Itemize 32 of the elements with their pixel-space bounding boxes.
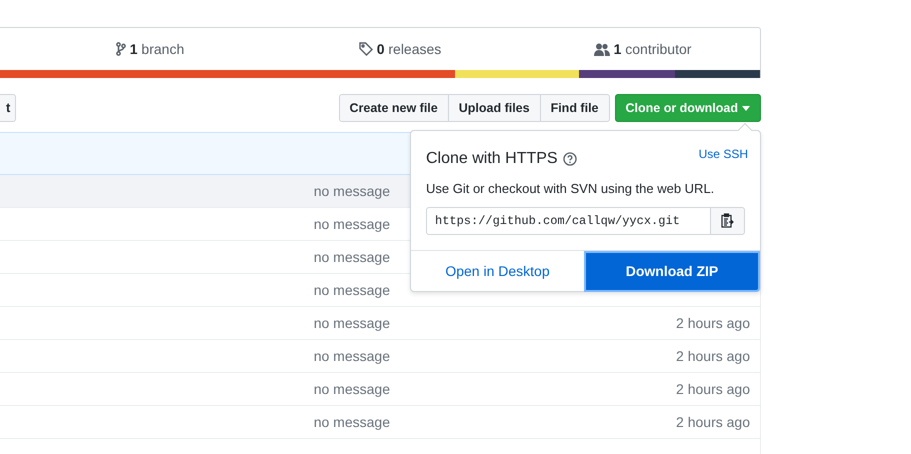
- commit-message: no message: [314, 346, 390, 366]
- branch-icon: [116, 42, 126, 56]
- popover-title: Clone with HTTPS: [426, 149, 558, 169]
- commit-time: 2 hours ago: [676, 314, 750, 333]
- commit-time: 2 hours ago: [676, 380, 750, 399]
- commit-message: no message: [314, 412, 390, 432]
- download-zip-button[interactable]: Download ZIP: [584, 251, 760, 292]
- file-button[interactable]: Upload files: [448, 94, 541, 122]
- commit-message: no message: [314, 248, 390, 267]
- stat-link[interactable]: 1 contributor: [594, 38, 692, 60]
- clone-button[interactable]: Clone or download: [614, 94, 761, 122]
- commit-time: 2 hours ago: [676, 412, 750, 432]
- tag-icon: [358, 42, 373, 56]
- commit-message: no message: [314, 280, 390, 300]
- caret-icon: [742, 106, 750, 110]
- popover-description: Use Git or checkout with SVN using the web URL.: [426, 180, 716, 198]
- commit-time: 2 hours ago: [676, 346, 750, 366]
- clipboard-icon: [721, 213, 734, 228]
- people-icon: [594, 42, 610, 56]
- toolbar-button[interactable]: t: [0, 94, 16, 122]
- help-icon[interactable]: [562, 152, 577, 166]
- stat-link[interactable]: 0 releases: [358, 38, 442, 60]
- stat-link[interactable]: 1 branch: [116, 38, 184, 60]
- url-field[interactable]: https://github.com/callqw/yycx.git: [426, 206, 711, 234]
- commit-message: no message: [314, 314, 390, 333]
- copy-button[interactable]: [710, 206, 745, 234]
- commit-message: no message: [314, 380, 390, 399]
- file-button[interactable]: Create new file: [338, 94, 449, 122]
- commit-message: no message: [314, 214, 390, 234]
- use-ssh-link[interactable]: Use SSH: [698, 145, 748, 163]
- commit-message: no message: [314, 182, 390, 201]
- file-button[interactable]: Find file: [540, 94, 610, 122]
